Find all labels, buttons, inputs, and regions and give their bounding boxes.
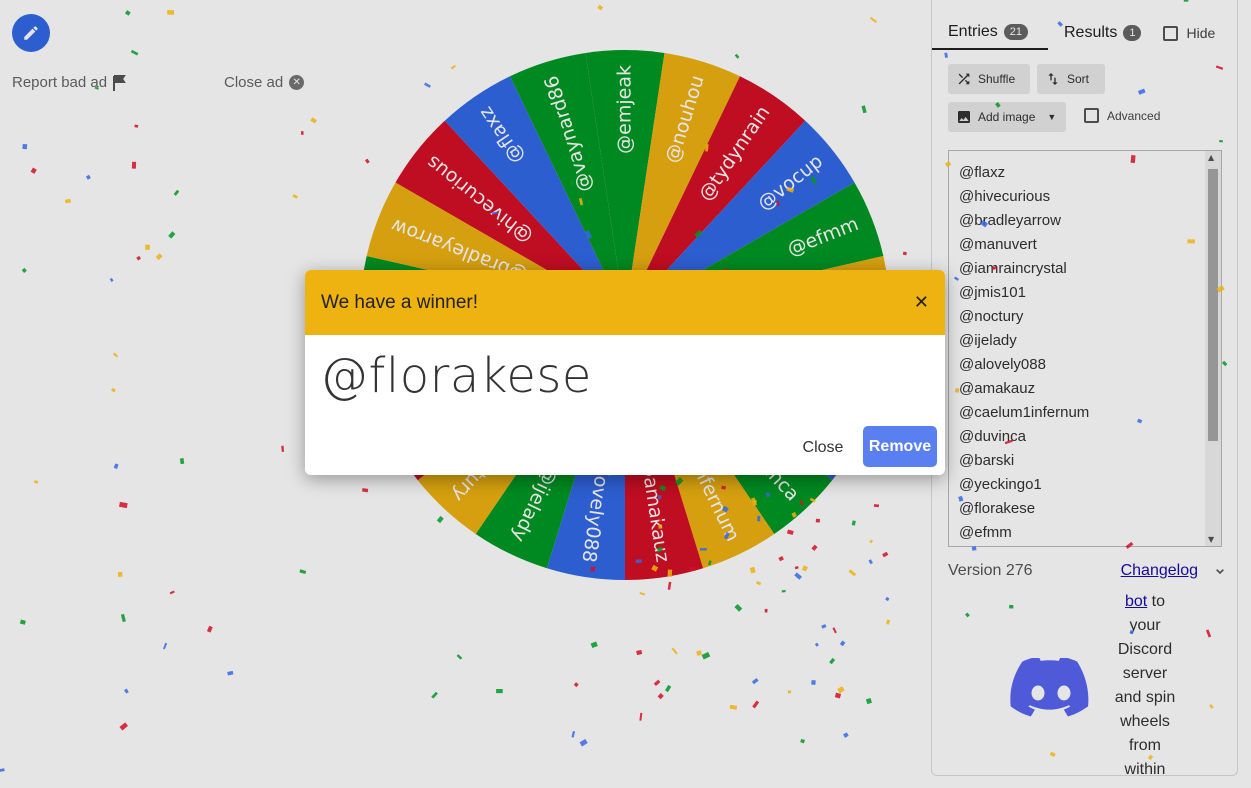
close-icon[interactable]: ✕ <box>914 292 929 313</box>
dialog-title: We have a winner! <box>321 291 479 313</box>
remove-button[interactable]: Remove <box>863 426 937 467</box>
winner-dialog: We have a winner! ✕ @florakese Close Rem… <box>305 270 945 475</box>
winner-name: @florakese <box>320 348 592 404</box>
close-button[interactable]: Close <box>793 429 853 467</box>
dialog-header: We have a winner! ✕ <box>305 270 945 335</box>
